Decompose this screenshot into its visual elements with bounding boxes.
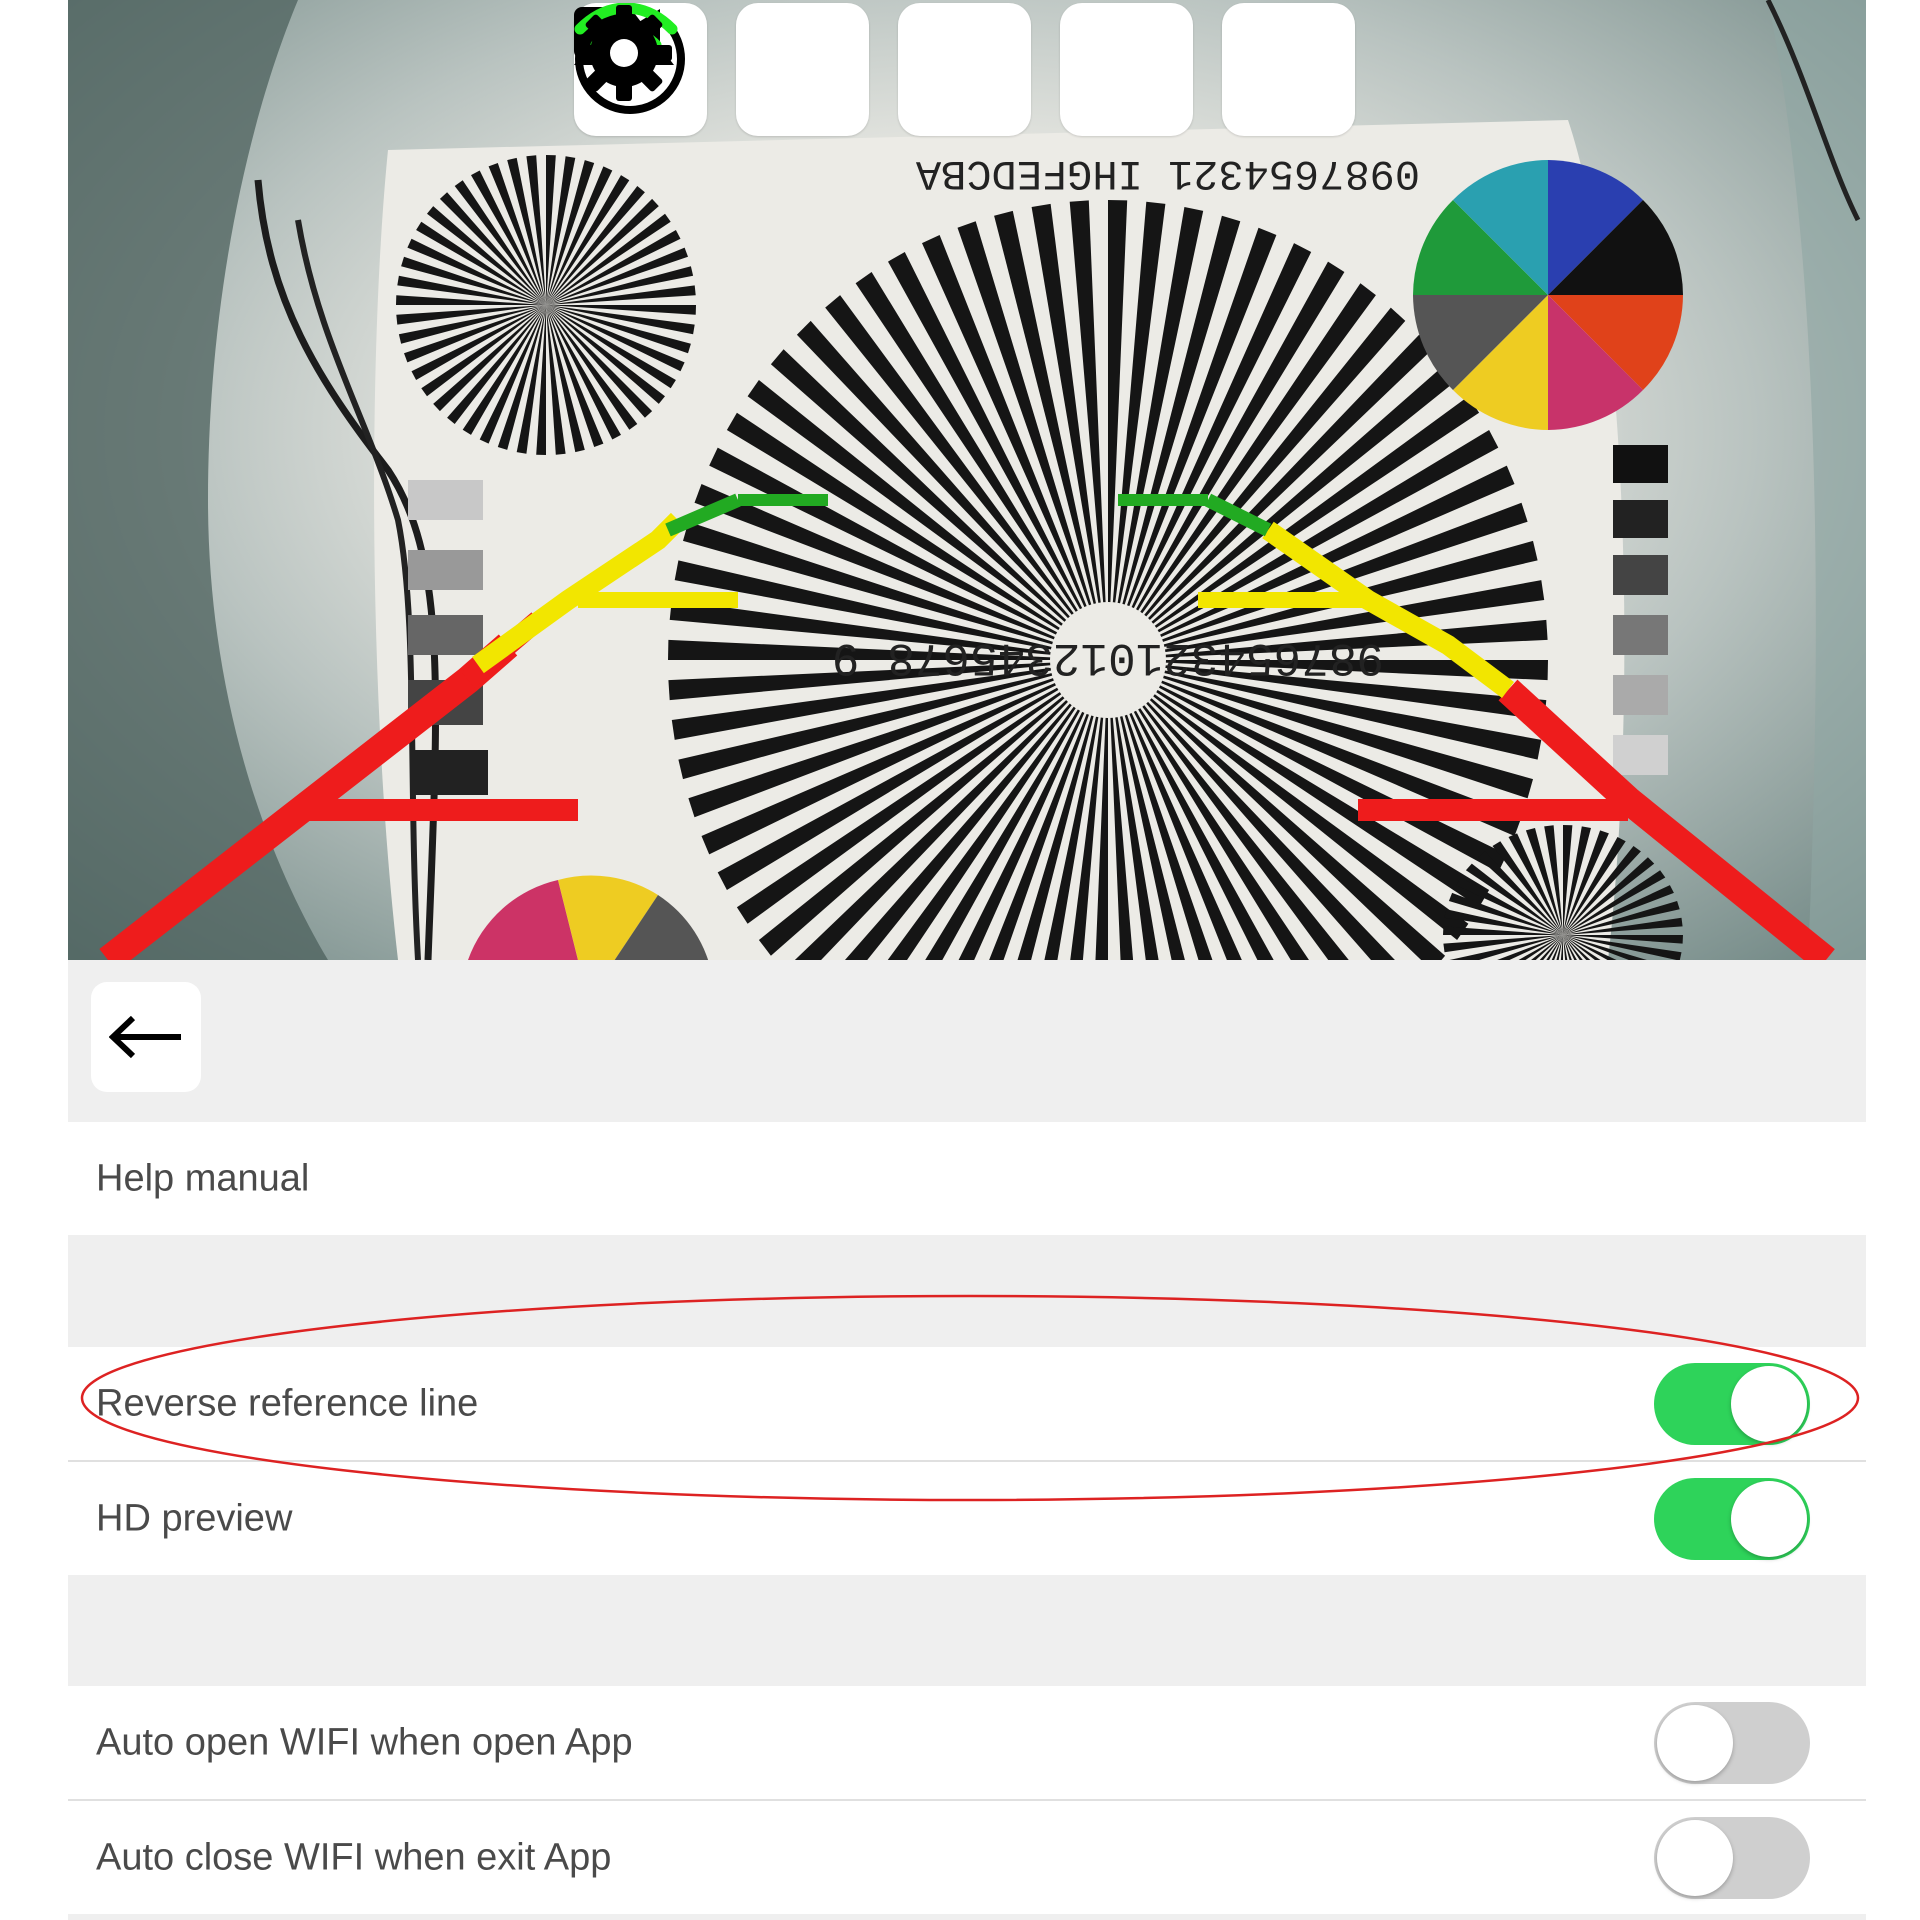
reverse-reference-line-toggle[interactable] — [1654, 1362, 1810, 1445]
hd-preview-label: HD preview — [96, 1497, 293, 1539]
app-root: 0987654321 IHGFEDCBA 987654321012345678 … — [68, 0, 1866, 1920]
toggle-knob — [1657, 1819, 1733, 1896]
settings-row-auto-open-wifi: Auto open WIFI when open App — [68, 1686, 1866, 1799]
reverse-reference-line-label: Reverse reference line — [96, 1382, 479, 1424]
settings-row-reverse-reference-line: Reverse reference line — [68, 1347, 1866, 1460]
flip-button[interactable] — [574, 3, 1031, 136]
gear-icon — [576, 5, 672, 101]
auto-close-wifi-label: Auto close WIFI when exit App — [96, 1836, 612, 1878]
settings-row-auto-close-wifi: Auto close WIFI when exit App — [68, 1801, 1866, 1914]
hd-preview-toggle[interactable] — [1654, 1477, 1810, 1560]
chart-text-mid: 987654321012345678 9 — [832, 631, 1384, 683]
settings-panel: Help manual Reverse reference line HD pr… — [68, 960, 1866, 1920]
wifi-button[interactable] — [574, 3, 1193, 136]
toggle-knob — [1657, 1704, 1733, 1781]
auto-open-wifi-toggle[interactable] — [1654, 1701, 1810, 1784]
settings-button[interactable] — [576, 3, 1355, 136]
toggle-knob — [1731, 1365, 1807, 1442]
settings-row-help-manual[interactable]: Help manual — [68, 1122, 1866, 1235]
chart-text-top: 0987654321 IHGFEDCBA — [915, 149, 1420, 197]
top-toolbar — [574, 3, 1355, 136]
help-manual-label: Help manual — [96, 1157, 310, 1199]
toggle-knob — [1731, 1480, 1807, 1557]
settings-row-hd-preview: HD preview — [68, 1462, 1866, 1575]
camera-vignette-right — [1768, 0, 1866, 960]
back-button[interactable] — [91, 982, 201, 1092]
preview-scene: 0987654321 IHGFEDCBA 987654321012345678 … — [68, 0, 1866, 960]
back-arrow-icon — [109, 1015, 181, 1059]
auto-open-wifi-label: Auto open WIFI when open App — [96, 1721, 633, 1763]
settings-header — [68, 960, 1866, 1122]
playback-button[interactable] — [575, 3, 869, 136]
color-wheel — [1413, 160, 1683, 430]
camera-preview: 0987654321 IHGFEDCBA 987654321012345678 … — [68, 0, 1866, 960]
auto-close-wifi-toggle[interactable] — [1654, 1816, 1810, 1899]
